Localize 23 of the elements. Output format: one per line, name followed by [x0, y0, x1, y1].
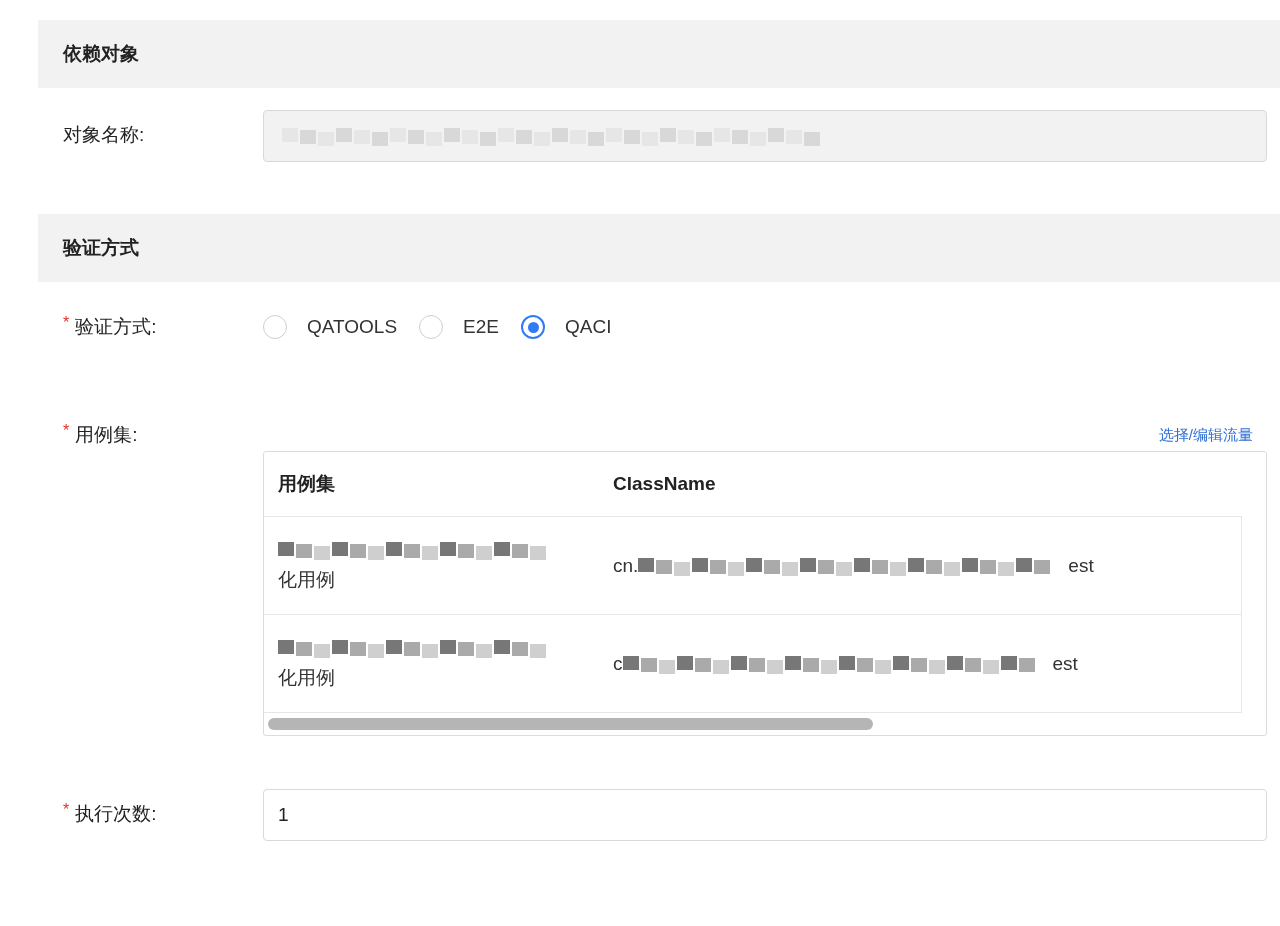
- radio-option[interactable]: E2E: [419, 315, 500, 339]
- input-field[interactable]: 1: [263, 789, 1267, 841]
- table-cell-text: 化用例: [278, 567, 335, 592]
- edit-link[interactable]: 选择/编辑流量: [1158, 426, 1253, 445]
- required-asterisk: *: [63, 314, 70, 333]
- table-cell: c: [613, 652, 623, 675]
- radio-option[interactable]: QACI: [521, 315, 612, 339]
- required-asterisk: *: [63, 422, 70, 441]
- field-label: 对象名称:: [63, 123, 145, 147]
- required-asterisk: *: [63, 801, 70, 820]
- section-header: 依赖对象: [38, 20, 1280, 88]
- table-cell: est: [1068, 554, 1094, 577]
- field-label: 用例集:: [75, 423, 138, 447]
- field-label: 执行次数:: [75, 802, 157, 826]
- column-header: ClassName: [612, 473, 717, 495]
- table-cell-text: 化用例: [278, 665, 335, 690]
- field-label: 验证方式:: [75, 315, 157, 339]
- table-cell: est: [1052, 652, 1078, 675]
- section-header: 验证方式: [38, 214, 1280, 282]
- radio-option[interactable]: QATOOLS: [263, 315, 398, 339]
- column-header: 用例集: [277, 472, 336, 496]
- scrollbar-thumb[interactable]: [268, 718, 873, 730]
- table-cell: cn.: [613, 554, 639, 577]
